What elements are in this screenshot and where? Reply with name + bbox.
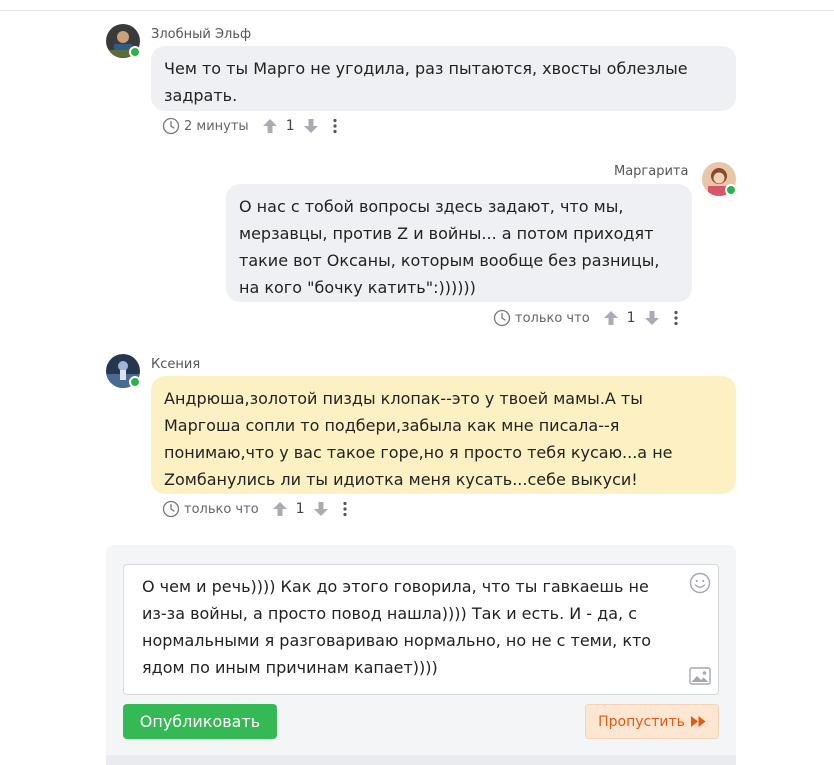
clock-icon [493,309,511,327]
image-icon[interactable] [689,666,711,686]
reply-text: О чем и речь)))) Как до этого говорила, … [142,577,652,677]
comment-time: 2 минуты [184,118,249,134]
arrow-down-icon[interactable] [643,309,661,327]
vote-count: 1 [626,310,636,326]
online-indicator [129,376,141,388]
arrow-down-icon[interactable] [302,117,320,135]
comment-text: Чем то ты Марго не угодила, раз пытаются… [151,46,736,111]
online-indicator [725,184,737,196]
comment-time: только что [515,310,590,326]
online-indicator [129,46,141,58]
arrow-up-icon[interactable] [271,500,289,518]
vote-count: 1 [285,118,295,134]
comment-meta: только что 1 [493,308,683,328]
arrow-up-icon[interactable] [261,117,279,135]
avatar[interactable] [106,24,141,58]
skip-button-label: Пропустить [598,713,685,730]
comment-meta: 2 минуты 1 [162,116,342,136]
avatar[interactable] [702,162,737,196]
comment-author[interactable]: Маргарита [614,164,688,179]
comment-time: только что [184,501,259,517]
composer-bottom-edge [106,755,736,765]
vote-count: 1 [295,501,305,517]
top-divider [0,10,834,11]
more-vertical-icon[interactable] [669,309,683,327]
comment-text: Андрюша,золотой пизды клопак--это у твое… [151,376,736,494]
avatar[interactable] [106,354,141,388]
emoji-icon[interactable] [689,572,711,594]
clock-icon [162,500,180,518]
arrow-down-icon[interactable] [312,500,330,518]
skip-button[interactable]: Пропустить [585,704,719,739]
reply-composer: О чем и речь)))) Как до этого говорила, … [106,545,736,765]
comment-author[interactable]: Ксения [151,357,200,372]
arrow-up-icon[interactable] [602,309,620,327]
comment-author[interactable]: Злобный Эльф [151,27,251,42]
clock-icon [162,117,180,135]
more-vertical-icon[interactable] [328,117,342,135]
reply-textarea[interactable]: О чем и речь)))) Как до этого говорила, … [123,564,719,695]
comment-meta: только что 1 [162,499,352,519]
comment-text: О нас с тобой вопросы здесь задают, что … [226,184,692,302]
publish-button[interactable]: Опубликовать [123,704,277,739]
fast-forward-icon [690,716,706,727]
more-vertical-icon[interactable] [338,500,352,518]
